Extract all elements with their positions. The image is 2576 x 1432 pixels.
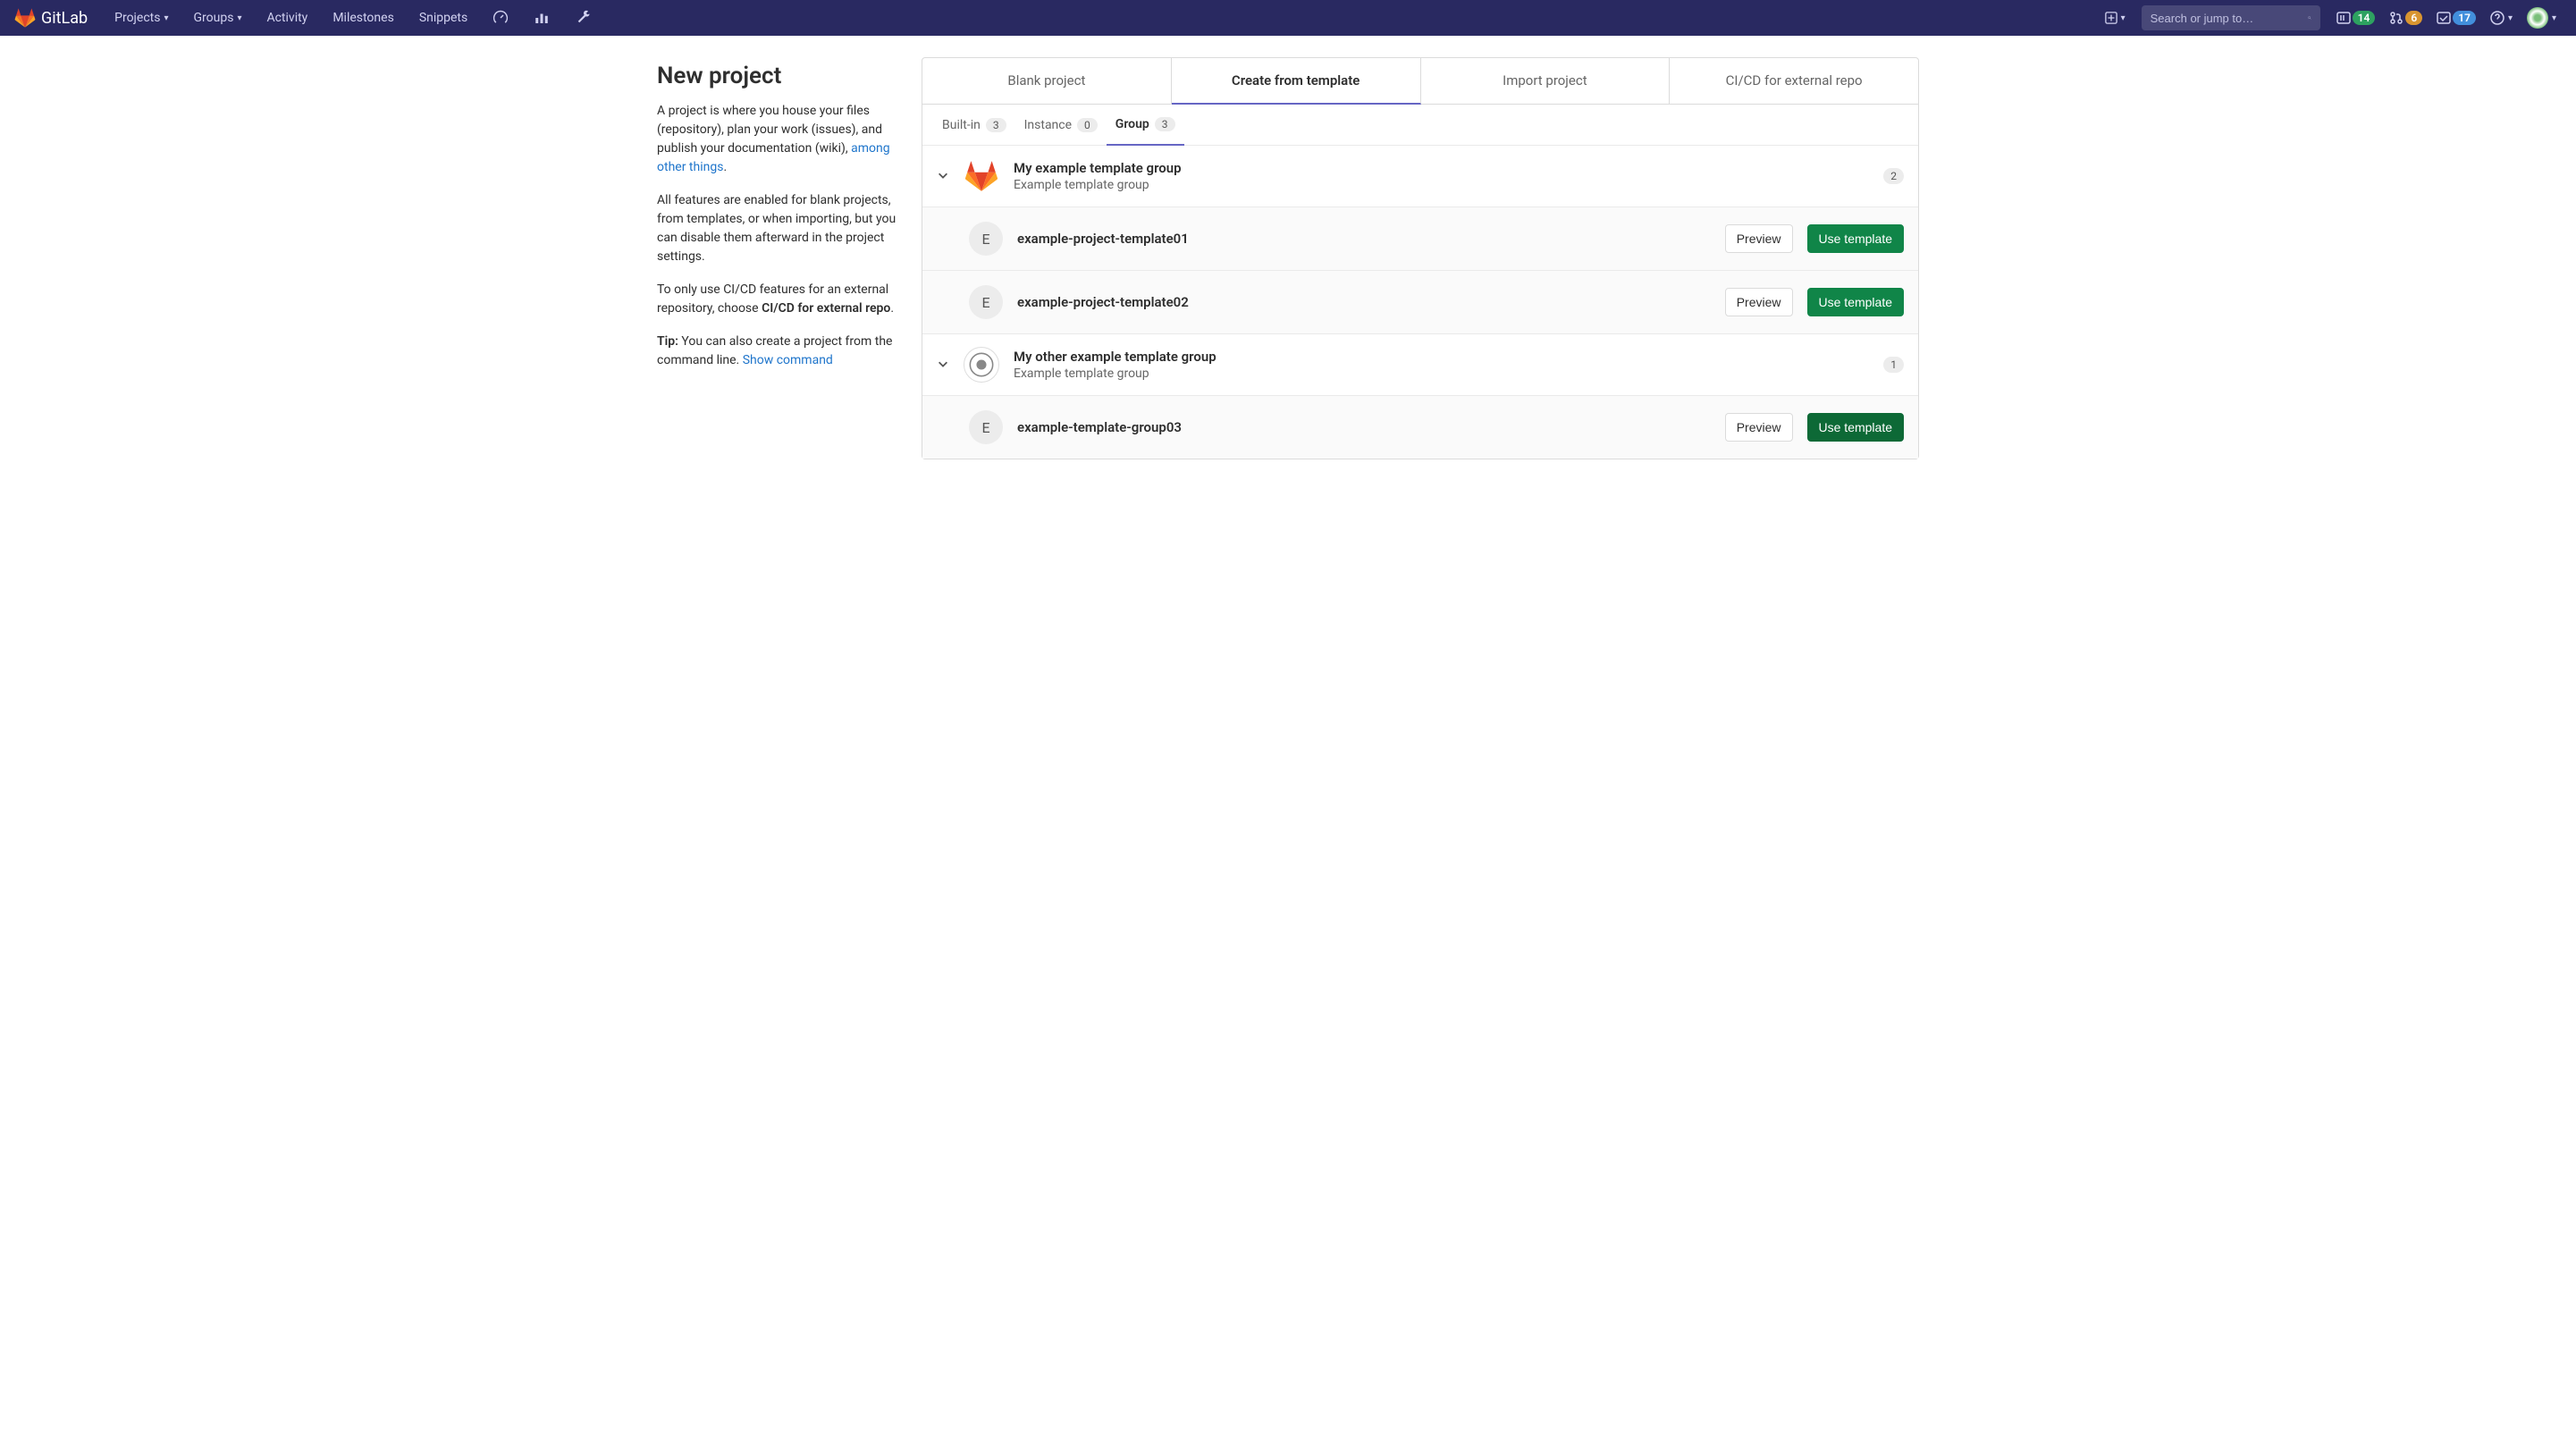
page-title: New project — [657, 63, 900, 89]
user-avatar — [2527, 7, 2548, 29]
group-avatar-generic — [964, 347, 999, 383]
page-body: New project A project is where you house… — [636, 36, 1940, 481]
group-info: My example template group Example templa… — [1014, 160, 1869, 192]
top-navbar: GitLab Projects▾ Groups▾ Activity Milest… — [0, 0, 2576, 36]
project-name: example-template-group03 — [1017, 419, 1711, 435]
project-avatar: E — [969, 410, 1003, 444]
subtab-builtin[interactable]: Built-in3 — [933, 105, 1015, 145]
nav-milestones[interactable]: Milestones — [324, 11, 403, 25]
group-desc: Example template group — [1014, 178, 1869, 192]
nav-groups[interactable]: Groups▾ — [185, 11, 251, 25]
navbar-right: ▾ 14 6 17 ▾ ▾ — [2100, 5, 2562, 30]
search-box[interactable] — [2142, 5, 2320, 30]
tab-blank-project[interactable]: Blank project — [922, 58, 1172, 104]
user-avatar-dropdown[interactable]: ▾ — [2521, 7, 2562, 29]
subtab-instance[interactable]: Instance0 — [1015, 105, 1107, 145]
use-template-button[interactable]: Use template — [1807, 413, 1904, 442]
preview-button[interactable]: Preview — [1725, 224, 1793, 253]
left-sidebar: New project A project is where you house… — [636, 57, 922, 459]
group-count-badge: 2 — [1883, 168, 1904, 184]
group-header: My example template group Example templa… — [922, 146, 1918, 207]
plus-dropdown[interactable]: ▾ — [2100, 12, 2131, 24]
show-command-link[interactable]: Show command — [743, 353, 833, 367]
template-row: E example-project-template02 Preview Use… — [922, 271, 1918, 334]
preview-button[interactable]: Preview — [1725, 413, 1793, 442]
sidebar-p3: To only use CI/CD features for an extern… — [657, 281, 900, 318]
main-card: Blank project Create from template Impor… — [922, 57, 1919, 459]
template-row: E example-template-group03 Preview Use t… — [922, 396, 1918, 459]
tab-import-project[interactable]: Import project — [1421, 58, 1671, 104]
group-count-badge: 1 — [1883, 357, 1904, 373]
top-tabs: Blank project Create from template Impor… — [922, 58, 1918, 105]
group-name: My other example template group — [1014, 349, 1869, 365]
tab-cicd-external[interactable]: CI/CD for external repo — [1670, 58, 1918, 104]
tab-create-from-template[interactable]: Create from template — [1172, 58, 1421, 105]
gauge-icon[interactable] — [484, 10, 518, 26]
mr-counter[interactable]: 6 — [2384, 11, 2428, 25]
template-row: E example-project-template01 Preview Use… — [922, 207, 1918, 271]
group-info: My other example template group Example … — [1014, 349, 1869, 381]
nav-snippets[interactable]: Snippets — [410, 11, 476, 25]
use-template-button[interactable]: Use template — [1807, 288, 1904, 316]
tanuki-icon — [14, 7, 36, 29]
main-content: Blank project Create from template Impor… — [922, 57, 1940, 459]
wrench-icon[interactable] — [566, 10, 600, 26]
sidebar-p4: Tip: You can also create a project from … — [657, 333, 900, 370]
brand-text: GitLab — [41, 9, 88, 28]
project-avatar: E — [969, 222, 1003, 256]
group-avatar-gitlab — [964, 158, 999, 194]
sidebar-p2: All features are enabled for blank proje… — [657, 191, 900, 266]
group-desc: Example template group — [1014, 366, 1869, 381]
sidebar-p1: A project is where you house your files … — [657, 102, 900, 177]
use-template-button[interactable]: Use template — [1807, 224, 1904, 253]
project-name: example-project-template01 — [1017, 231, 1711, 247]
project-avatar: E — [969, 285, 1003, 319]
group-header: My other example template group Example … — [922, 334, 1918, 396]
group-name: My example template group — [1014, 160, 1869, 176]
search-input[interactable] — [2151, 12, 2308, 25]
gitlab-logo[interactable]: GitLab — [14, 7, 88, 29]
chart-icon[interactable] — [525, 10, 559, 26]
chevron-down-icon[interactable] — [937, 357, 949, 374]
nav-projects[interactable]: Projects▾ — [105, 11, 177, 25]
issues-counter[interactable]: 14 — [2331, 11, 2381, 25]
chevron-down-icon[interactable] — [937, 168, 949, 185]
sub-tabs: Built-in3 Instance0 Group3 — [922, 105, 1918, 146]
nav-activity[interactable]: Activity — [257, 11, 316, 25]
navbar-left: GitLab Projects▾ Groups▾ Activity Milest… — [14, 7, 600, 29]
search-icon — [2308, 11, 2311, 25]
todos-counter[interactable]: 17 — [2431, 11, 2481, 25]
preview-button[interactable]: Preview — [1725, 288, 1793, 316]
project-name: example-project-template02 — [1017, 294, 1711, 310]
help-dropdown[interactable]: ▾ — [2485, 11, 2518, 25]
subtab-group[interactable]: Group3 — [1107, 105, 1184, 146]
